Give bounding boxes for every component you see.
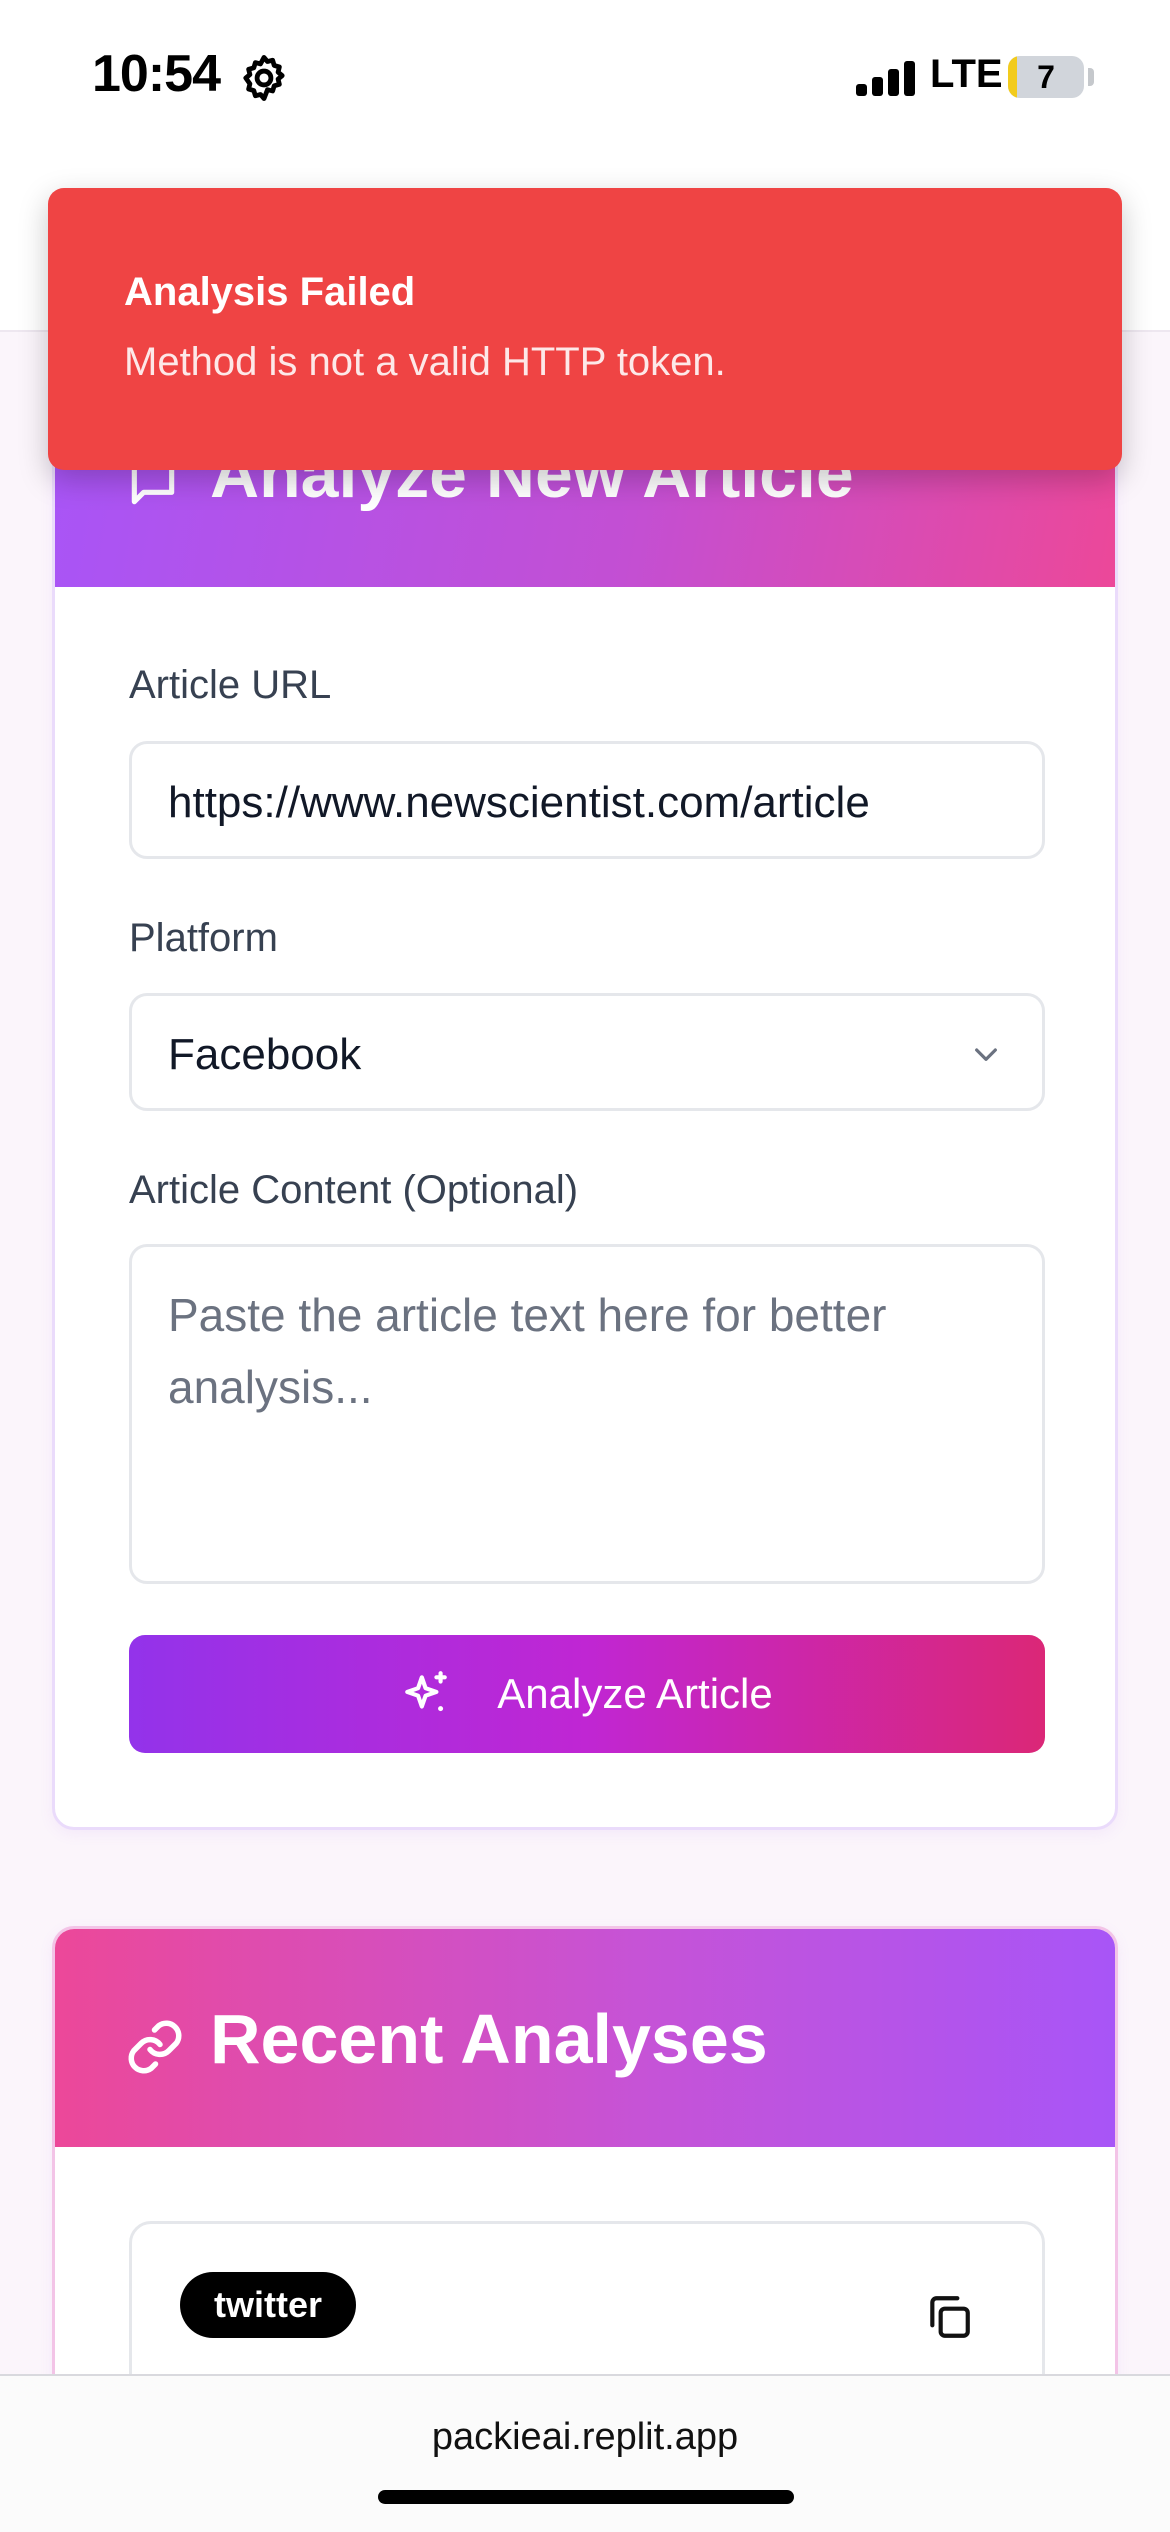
analyze-article-button[interactable]: Analyze Article: [129, 1635, 1045, 1753]
article-content-placeholder: Paste the article text here for better a…: [168, 1289, 887, 1413]
status-time: 10:54: [92, 45, 221, 103]
platform-label: Platform: [129, 916, 278, 960]
link-icon: [128, 2020, 182, 2074]
error-toast[interactable]: Analysis Failed Method is not a valid HT…: [48, 188, 1122, 470]
platform-selected-value: Facebook: [168, 1030, 362, 1079]
platform-select[interactable]: Facebook: [129, 993, 1045, 1111]
analyze-article-button-label: Analyze Article: [497, 1670, 773, 1717]
copy-icon[interactable]: [924, 2292, 974, 2342]
chevron-down-icon: [975, 1048, 997, 1061]
home-indicator[interactable]: [378, 2490, 794, 2504]
gear-icon: [243, 55, 285, 101]
sparkles-icon: [405, 1671, 448, 1712]
article-content-textarea[interactable]: Paste the article text here for better a…: [129, 1244, 1045, 1584]
browser-address-bar[interactable]: packieai.replit.app: [0, 2374, 1170, 2532]
article-url-input[interactable]: https://www.newscientist.com/article: [129, 741, 1045, 859]
recent-card-header: Recent Analyses: [55, 1929, 1115, 2147]
cellular-signal-icon: [856, 60, 916, 96]
toast-title: Analysis Failed: [124, 270, 416, 314]
browser-url-domain: packieai.replit.app: [431, 2416, 739, 2458]
battery-icon: 7: [1008, 56, 1084, 98]
article-url-label: Article URL: [129, 663, 332, 707]
status-bar: 10:54 LTE 7: [0, 0, 1170, 160]
battery-percentage: 7: [1037, 59, 1055, 95]
analyze-article-card: Analyze New Article Article URL https://…: [52, 370, 1118, 1830]
network-type: LTE: [930, 52, 1003, 96]
article-content-label: Article Content (Optional): [129, 1168, 579, 1212]
article-url-value: https://www.newscientist.com/article: [168, 778, 870, 827]
toast-message: Method is not a valid HTTP token.: [124, 340, 726, 384]
platform-badge: twitter: [180, 2272, 356, 2338]
battery-tip: [1088, 68, 1094, 86]
recent-card-title: Recent Analyses: [210, 2000, 768, 2078]
